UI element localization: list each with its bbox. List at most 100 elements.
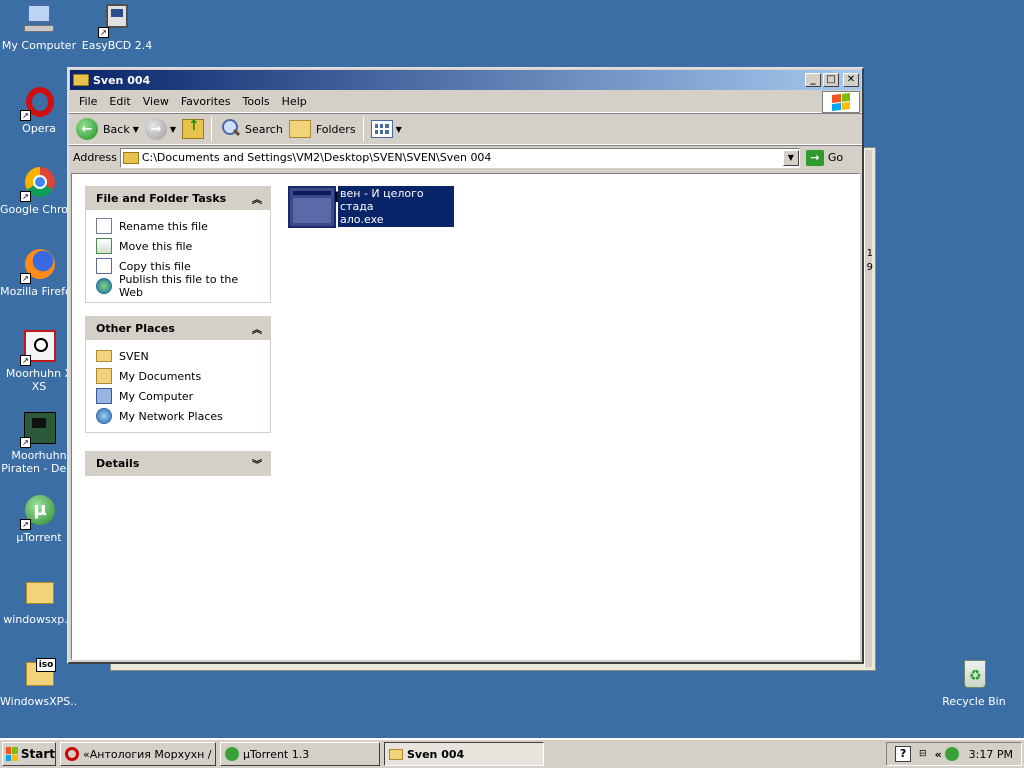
folders-icon (288, 120, 311, 138)
folders-label: Folders (315, 122, 356, 136)
search-icon (219, 118, 241, 140)
menu-file[interactable]: File (73, 95, 103, 108)
details-header[interactable]: Details ︾ (86, 452, 270, 475)
file-item[interactable]: вен - И целого стада ало.exe (288, 186, 454, 228)
go-button[interactable]: → Go (805, 149, 844, 166)
easybcd-icon: ↗ (98, 2, 134, 38)
window-titlebar[interactable]: Sven 004 _ □ ✕ (70, 70, 861, 90)
windows-flag-icon (832, 93, 850, 111)
firefox-icon: ↗ (20, 248, 56, 284)
menu-tools[interactable]: Tools (237, 95, 276, 108)
address-label: Address (73, 151, 117, 164)
desktop-icon-my-computer[interactable]: My Computer (0, 2, 78, 52)
back-arrow-icon: ← (76, 118, 98, 140)
go-label: Go (827, 151, 844, 164)
task-move-file[interactable]: Move this file (96, 236, 262, 256)
taskbar-item-utorrent[interactable]: µTorrent 1.3 (220, 742, 380, 766)
search-label: Search (245, 122, 283, 136)
up-button[interactable] (179, 116, 207, 142)
taskbar-item-sven-004[interactable]: Sven 004 (384, 742, 544, 766)
folder-icon (73, 74, 89, 86)
expand-chevron-icon[interactable]: ︾ (252, 456, 262, 471)
shortcut-arrow-icon: ↗ (20, 437, 31, 448)
go-arrow-icon: → (805, 149, 824, 166)
windows-flag-icon (6, 747, 18, 761)
menu-edit[interactable]: Edit (103, 95, 136, 108)
standard-toolbar: ← Back ▼ → ▼ Search Folders ▼ (69, 113, 862, 145)
menu-help[interactable]: Help (276, 95, 313, 108)
back-label: Back (103, 122, 130, 136)
language-bar-icon[interactable]: ⊟ (919, 749, 927, 759)
show-hidden-icons-button[interactable]: « (935, 748, 942, 761)
folder-content-area[interactable]: File and Folder Tasks ︽ Rename this file… (71, 173, 860, 660)
forward-arrow-icon: → (144, 118, 167, 140)
text-cursor-icon: I (334, 190, 340, 206)
place-my-network-places[interactable]: My Network Places (96, 406, 262, 426)
folder-icon (122, 151, 139, 164)
taskbar-item-opera[interactable]: «Антология Морхухн / ... (60, 742, 216, 766)
file-name-label: вен - И целого стада ало.exe (338, 186, 454, 227)
background-window-scrollbar[interactable] (864, 150, 872, 667)
toolbar-separator (362, 117, 364, 141)
menu-favorites[interactable]: Favorites (175, 95, 237, 108)
shortcut-arrow-icon: ↗ (20, 191, 31, 202)
address-input[interactable]: C:\Documents and Settings\VM2\Desktop\SV… (119, 147, 800, 168)
clock[interactable]: 3:17 PM (969, 748, 1013, 761)
utorrent-tray-icon[interactable] (944, 747, 959, 761)
collapse-chevron-icon[interactable]: ︽ (252, 191, 262, 206)
close-button[interactable]: ✕ (843, 73, 859, 87)
place-my-computer[interactable]: My Computer (96, 386, 262, 406)
desktop-icon-recycle-bin[interactable]: ♻ Recycle Bin (935, 658, 1013, 708)
views-icon (370, 120, 393, 138)
window-title: Sven 004 (93, 73, 151, 87)
opera-icon: ↗ (20, 85, 56, 121)
task-publish-web[interactable]: Publish this file to the Web (96, 273, 262, 299)
recycle-bin-icon: ♻ (957, 658, 991, 692)
system-tray: ? ⊟ « 3:17 PM (886, 742, 1022, 766)
taskbar: Start «Антология Морхухн / ... µTorrent … (0, 738, 1024, 768)
publish-web-icon (96, 278, 112, 294)
maximize-button[interactable]: □ (823, 73, 839, 87)
address-dropdown-icon[interactable]: ▼ (782, 149, 799, 166)
folders-button[interactable]: Folders (286, 116, 359, 142)
explorer-window[interactable]: Sven 004 _ □ ✕ File Edit View Favorites … (67, 67, 864, 664)
up-folder-icon (182, 118, 205, 139)
other-places-header[interactable]: Other Places ︽ (86, 317, 270, 340)
desktop-icon-windowsxps-iso[interactable]: iso WindowsXPS... (0, 658, 78, 708)
collapse-chevron-icon[interactable]: ︽ (252, 321, 262, 336)
moorhuhn-piraten-icon: ↗ (20, 412, 56, 448)
back-dropdown-icon[interactable]: ▼ (133, 125, 139, 134)
details-panel: Details ︾ (85, 451, 271, 476)
task-rename-file[interactable]: Rename this file (96, 216, 262, 236)
place-my-documents[interactable]: My Documents (96, 366, 262, 386)
views-dropdown-icon[interactable]: ▼ (396, 125, 402, 134)
forward-button[interactable]: → ▼ (142, 116, 179, 142)
utorrent-icon (225, 747, 239, 761)
exe-file-icon (288, 186, 336, 228)
folder-icon (96, 350, 112, 362)
toolbar-separator (211, 117, 213, 141)
my-computer-icon (22, 2, 56, 36)
copy-icon (96, 258, 112, 274)
opera-icon (65, 747, 79, 761)
forward-dropdown-icon[interactable]: ▼ (170, 125, 176, 134)
iso-icon: iso (22, 658, 56, 692)
start-button[interactable]: Start (2, 742, 56, 766)
help-icon[interactable]: ? (895, 746, 912, 762)
desktop-icon-easybcd[interactable]: ↗ EasyBCD 2.4 (78, 2, 156, 52)
moorhuhn-icon: ↗ (20, 330, 56, 366)
views-button[interactable]: ▼ (368, 116, 405, 142)
file-folder-tasks-header[interactable]: File and Folder Tasks ︽ (86, 187, 270, 210)
place-sven[interactable]: SVEN (96, 346, 262, 366)
search-button[interactable]: Search (216, 116, 286, 142)
shortcut-arrow-icon: ↗ (20, 110, 31, 121)
windows-logo (822, 91, 860, 113)
address-bar: Address C:\Documents and Settings\VM2\De… (69, 145, 862, 169)
minimize-button[interactable]: _ (805, 73, 821, 87)
menu-view[interactable]: View (137, 95, 175, 108)
file-folder-tasks-panel: File and Folder Tasks ︽ Rename this file… (85, 186, 271, 303)
shortcut-arrow-icon: ↗ (98, 27, 109, 38)
shortcut-arrow-icon: ↗ (20, 519, 31, 530)
back-button[interactable]: ← Back ▼ (73, 116, 142, 142)
background-text-fragment: 1 (866, 248, 873, 259)
